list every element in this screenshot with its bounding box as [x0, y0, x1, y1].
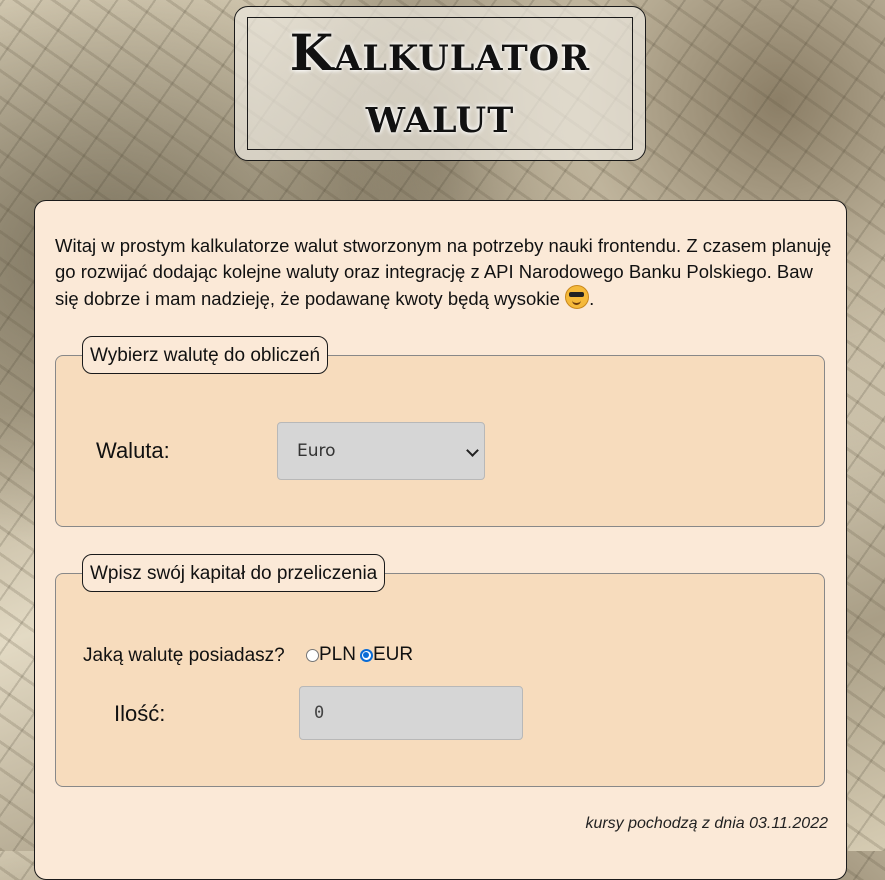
currency-label: Waluta: — [96, 438, 170, 463]
currency-select[interactable]: Euro — [277, 422, 485, 480]
amount-input[interactable]: 0 — [299, 686, 523, 740]
intro-paragraph: Witaj w prostym kalkulatorze walut stwor… — [55, 233, 835, 312]
title-frame: Kalkulator walut — [247, 17, 633, 150]
smiling-face-with-sunglasses-icon — [565, 285, 590, 309]
intro-text: Witaj w prostym kalkulatorze walut stwor… — [55, 235, 832, 309]
capital-legend: Wpisz swój kapitał do przeliczenia — [82, 554, 386, 592]
owned-currency-radio-group: PLN EUR — [306, 644, 413, 666]
radio-pln-label[interactable]: PLN — [319, 644, 356, 666]
chevron-down-icon — [466, 444, 479, 457]
amount-label: Ilość: — [114, 701, 166, 726]
rates-date-footnote: kursy pochodzą z dnia 03.11.2022 — [585, 815, 828, 832]
title-banner: Kalkulator walut — [234, 6, 646, 161]
amount-input-placeholder: 0 — [314, 703, 325, 723]
radio-eur-label[interactable]: EUR — [373, 644, 413, 666]
intro-suffix: . — [589, 288, 595, 309]
currency-fieldset: Wybierz walutę do obliczeń Waluta: Euro — [55, 336, 825, 527]
currency-legend: Wybierz walutę do obliczeń — [82, 336, 329, 374]
calculator-card: Witaj w prostym kalkulatorze walut stwor… — [34, 200, 847, 880]
capital-fieldset: Wpisz swój kapitał do przeliczenia Jaką … — [55, 554, 825, 787]
owned-currency-label: Jaką walutę posiadasz? — [83, 645, 285, 666]
radio-eur[interactable] — [359, 648, 373, 662]
currency-select-value: Euro — [297, 441, 336, 461]
page-title-line-2: walut — [365, 84, 515, 144]
page-title-line-1: Kalkulator — [289, 22, 591, 82]
radio-pln[interactable] — [306, 648, 319, 662]
